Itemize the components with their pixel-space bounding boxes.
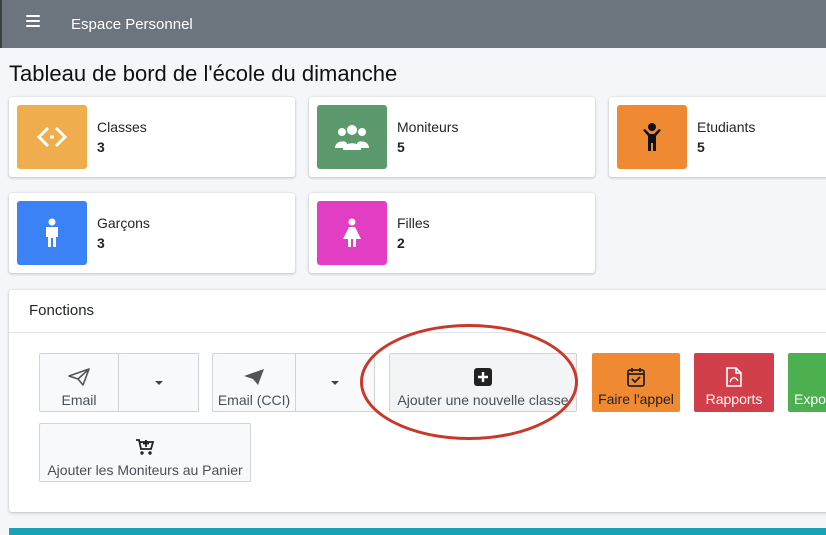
users-icon (317, 105, 387, 169)
reports-button-label: Rapports (705, 391, 763, 407)
hamburger-menu-icon[interactable] (26, 15, 40, 33)
email-cci-button[interactable]: Email (CCI) (212, 353, 296, 412)
info-box-label: Classes (97, 119, 147, 135)
email-cci-dropdown-toggle[interactable] (295, 353, 375, 412)
info-box-classes[interactable]: Classes 3 (9, 97, 295, 177)
next-card-header-strip (9, 528, 826, 535)
attendance-button[interactable]: Faire l'appel (592, 353, 680, 412)
reports-button[interactable]: Rapports (694, 353, 774, 412)
child-icon (617, 105, 687, 169)
info-box-label: Etudiants (697, 119, 756, 135)
export-button[interactable]: Export (788, 353, 826, 412)
code-icon (17, 105, 87, 169)
cart-plus-icon (40, 438, 250, 456)
add-class-button-label: Ajouter une nouvelle classe (397, 392, 569, 408)
plus-square-icon (390, 368, 576, 386)
info-box-moniteurs[interactable]: Moniteurs 5 (309, 97, 595, 177)
page-title: Tableau de bord de l'école du dimanche (9, 61, 398, 86)
info-box-value: 3 (97, 235, 105, 251)
info-box-label: Filles (397, 215, 430, 231)
info-box-value: 5 (397, 139, 405, 155)
info-box-label: Garçons (97, 215, 150, 231)
male-icon (17, 201, 87, 265)
info-box-garcons[interactable]: Garçons 3 (9, 193, 295, 273)
add-monitors-to-cart-label: Ajouter les Moniteurs au Panier (47, 462, 243, 478)
navbar-title[interactable]: Espace Personnel (71, 16, 193, 33)
export-button-label: Export (794, 391, 826, 407)
add-class-button[interactable]: Ajouter une nouvelle classe (389, 353, 577, 412)
info-box-value: 2 (397, 235, 405, 251)
attendance-button-label: Faire l'appel (598, 391, 674, 407)
info-box-value: 3 (97, 139, 105, 155)
email-dropdown-toggle[interactable] (118, 353, 199, 412)
email-button-label: Email (61, 392, 97, 408)
card-header: Fonctions (9, 290, 826, 333)
card-title: Fonctions (29, 302, 95, 319)
paper-plane-icon (40, 368, 118, 386)
email-cci-button-label: Email (CCI) (217, 392, 291, 408)
caret-down-icon (331, 380, 339, 385)
info-box-value: 5 (697, 139, 705, 155)
female-icon (317, 201, 387, 265)
caret-down-icon (154, 380, 163, 385)
calendar-check-icon (592, 367, 680, 387)
paper-plane-solid-icon (213, 368, 295, 386)
email-button[interactable]: Email (39, 353, 119, 412)
top-navbar: Espace Personnel (0, 0, 826, 48)
file-pdf-icon (694, 367, 774, 387)
info-box-etudiants[interactable]: Etudiants 5 (609, 97, 826, 177)
add-monitors-to-cart-button[interactable]: Ajouter les Moniteurs au Panier (39, 423, 251, 482)
info-box-filles[interactable]: Filles 2 (309, 193, 595, 273)
info-box-label: Moniteurs (397, 119, 459, 135)
